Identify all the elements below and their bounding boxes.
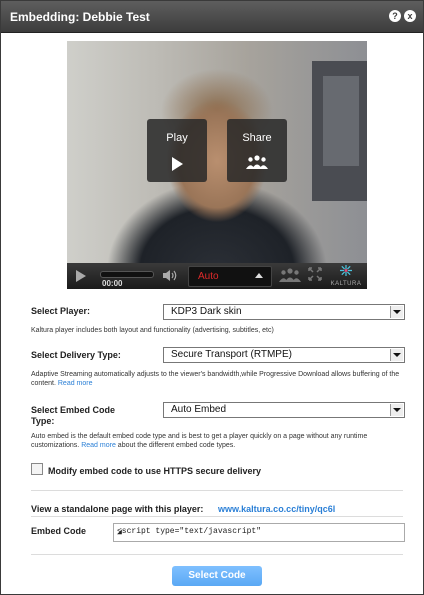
flavor-selector[interactable]: Auto — [188, 266, 272, 287]
embed-type-desc-text-2: about the different embed code types. — [117, 442, 236, 449]
overlay-share-button[interactable]: Share — [227, 119, 287, 182]
video-player[interactable]: Play Share 00:00 Auto KALTURA — [67, 41, 367, 289]
overlay-share-label: Share — [242, 132, 272, 144]
https-checkbox[interactable] — [31, 463, 43, 475]
select-player-value: KDP3 Dark skin — [171, 306, 242, 317]
delivery-type-description: Adaptive Streaming automatically adjusts… — [31, 370, 401, 388]
resize-grip-icon[interactable]: ◢ — [117, 527, 402, 540]
control-share-icon[interactable] — [279, 268, 301, 285]
player-control-bar: 00:00 Auto KALTURA — [67, 263, 367, 289]
volume-icon[interactable] — [162, 269, 180, 285]
help-icon[interactable]: ? — [389, 10, 401, 22]
select-player-dropdown[interactable]: KDP3 Dark skin — [163, 304, 405, 320]
embed-code-textarea[interactable]: <script type="text/javascript" ◢ — [113, 523, 405, 542]
time-display: 00:00 — [102, 279, 123, 288]
https-checkbox-label[interactable]: Modify embed code to use HTTPS secure de… — [48, 466, 261, 476]
delivery-type-value: Secure Transport (RTMPE) — [171, 349, 292, 360]
standalone-page-label: View a standalone page with this player: — [31, 504, 204, 514]
dialog-title: Embedding: Debbie Test — [10, 10, 150, 24]
video-frame — [67, 41, 367, 263]
embed-type-dropdown[interactable]: Auto Embed — [163, 402, 405, 418]
share-people-icon — [246, 155, 268, 172]
overlay-play-label: Play — [166, 132, 188, 144]
fullscreen-icon[interactable] — [308, 267, 322, 284]
select-player-description: Kaltura player includes both layout and … — [31, 327, 274, 334]
section-divider — [31, 490, 403, 491]
embed-type-label: Select Embed Code Type: — [31, 405, 115, 427]
embed-type-label-line2: Type: — [31, 416, 55, 426]
chevron-down-icon[interactable] — [390, 404, 403, 416]
embed-type-value: Auto Embed — [171, 404, 227, 415]
dialog-titlebar: Embedding: Debbie Test ? x — [1, 1, 423, 33]
embed-type-description: Auto embed is the default embed code typ… — [31, 432, 401, 450]
video-background-shelf-detail — [323, 76, 359, 166]
scrubber[interactable] — [100, 271, 154, 278]
overlay-play-button[interactable]: Play — [147, 119, 207, 182]
section-divider — [31, 516, 403, 517]
kaltura-logo-icon — [327, 265, 365, 279]
embedding-dialog: Embedding: Debbie Test ? x Play Share 00… — [0, 0, 424, 595]
select-code-button[interactable]: Select Code — [172, 566, 262, 586]
flavor-value: Auto — [198, 271, 219, 282]
play-icon — [172, 157, 183, 171]
delivery-read-more-link[interactable]: Read more — [58, 380, 93, 387]
delivery-type-label: Select Delivery Type: — [31, 350, 121, 360]
embed-type-read-more-link[interactable]: Read more — [81, 442, 116, 449]
control-play-icon[interactable] — [76, 270, 86, 282]
chevron-down-icon[interactable] — [390, 306, 403, 318]
section-divider — [31, 554, 403, 555]
chevron-up-icon — [255, 273, 263, 278]
kaltura-logo[interactable]: KALTURA — [327, 265, 365, 289]
standalone-page-link[interactable]: www.kaltura.co.cc/tiny/qc6l — [218, 504, 335, 514]
embed-code-label: Embed Code — [31, 526, 87, 536]
chevron-down-icon[interactable] — [390, 349, 403, 361]
close-icon[interactable]: x — [404, 10, 416, 22]
embed-type-label-line1: Select Embed Code — [31, 405, 116, 415]
kaltura-brand-text: KALTURA — [330, 281, 362, 287]
delivery-type-dropdown[interactable]: Secure Transport (RTMPE) — [163, 347, 405, 363]
select-player-label: Select Player: — [31, 306, 91, 316]
